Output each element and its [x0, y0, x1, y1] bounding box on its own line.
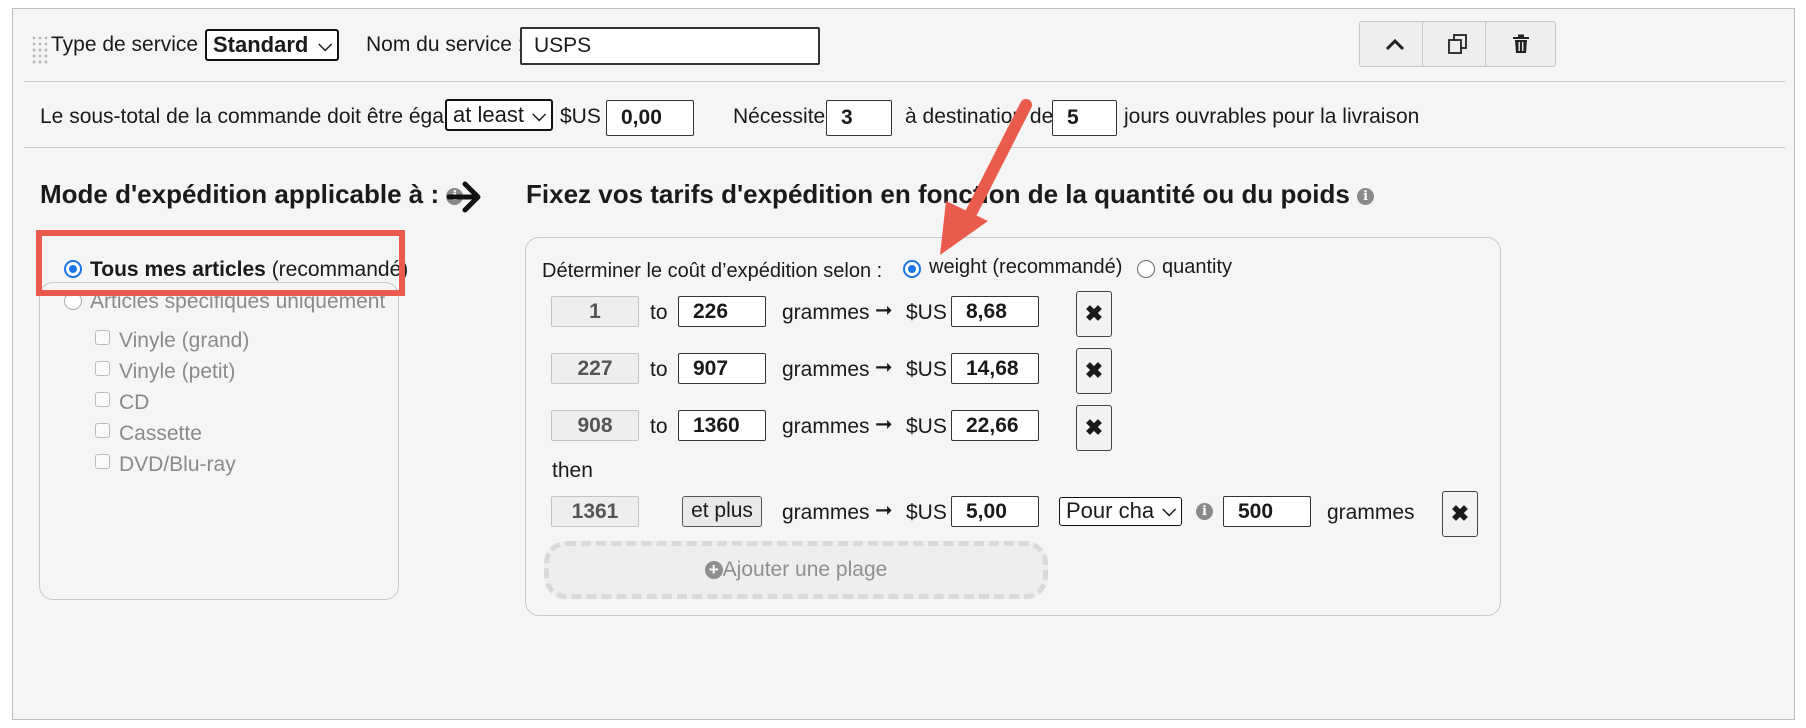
- category-label: DVD/Blu-ray: [119, 453, 236, 476]
- chevron-down-icon: ⌵: [318, 35, 332, 55]
- business-days-label: jours ouvrables pour la livraison: [1124, 105, 1420, 128]
- duplicate-button[interactable]: [1422, 21, 1493, 67]
- chevron-down-icon: ⌵: [532, 105, 546, 125]
- category-checkbox[interactable]: [95, 392, 110, 407]
- close-icon: ✖: [1084, 301, 1104, 326]
- delete-service-button[interactable]: [1485, 21, 1556, 67]
- delete-range-button[interactable]: ✖: [1442, 491, 1478, 537]
- service-type-label: Type de service :: [51, 33, 210, 56]
- then-label: then: [552, 459, 593, 482]
- subtotal-input[interactable]: 0,00: [606, 100, 694, 136]
- service-name-input[interactable]: USPS: [520, 27, 820, 65]
- unit-label: grammes: [782, 358, 870, 381]
- arrow-right-icon: ➞: [875, 413, 893, 436]
- applies-to-heading: Mode d'expédition applicable à : i: [40, 179, 464, 210]
- price-input[interactable]: 14,68: [951, 353, 1039, 384]
- close-icon: ✖: [1084, 358, 1104, 383]
- weight-radio[interactable]: [903, 260, 921, 278]
- category-checkbox[interactable]: [95, 330, 110, 345]
- per-increment-input[interactable]: 500: [1223, 496, 1311, 527]
- category-checkbox[interactable]: [95, 423, 110, 438]
- service-type-select[interactable]: Standard ⌵: [205, 29, 339, 61]
- chevron-up-icon: [1385, 38, 1404, 51]
- price-input[interactable]: 5,00: [951, 496, 1039, 527]
- per-increment-value: Pour cha: [1066, 498, 1155, 523]
- range-from-input: 1: [551, 296, 639, 327]
- arrow-right-icon: [447, 181, 481, 213]
- price-input[interactable]: 8,68: [951, 296, 1039, 327]
- delete-range-button[interactable]: ✖: [1076, 291, 1112, 337]
- and-more-button[interactable]: et plus: [682, 496, 762, 527]
- delete-range-button[interactable]: ✖: [1076, 348, 1112, 394]
- delete-range-button[interactable]: ✖: [1076, 405, 1112, 451]
- category-label: Cassette: [119, 422, 202, 445]
- info-icon[interactable]: i: [1357, 187, 1375, 205]
- shipping-service-panel: Type de service : Standard ⌵ Nom du serv…: [12, 8, 1795, 720]
- to-label: to: [650, 358, 668, 381]
- currency-label: $US: [906, 358, 947, 381]
- min-days-input[interactable]: 3: [826, 100, 892, 136]
- arrow-right-icon: ➞: [875, 299, 893, 322]
- unit-label: grammes: [782, 501, 870, 524]
- divider: [24, 81, 1785, 82]
- to-label: to: [650, 301, 668, 324]
- trash-icon: [1512, 34, 1529, 53]
- service-name-label: Nom du service :: [366, 33, 524, 56]
- divider: [24, 147, 1785, 148]
- currency-label: $US: [906, 415, 947, 438]
- subtotal-operator-select[interactable]: at least ⌵: [445, 99, 553, 131]
- requires-label: Nécessite: [733, 105, 826, 128]
- range-to-input[interactable]: 226: [678, 296, 766, 327]
- red-arrow-annotation: [940, 99, 1032, 255]
- info-icon[interactable]: i: [1196, 503, 1213, 520]
- basis-label: Déterminer le coût d’expédition selon :: [542, 260, 883, 282]
- per-increment-select[interactable]: Pour cha ⌵: [1059, 497, 1182, 526]
- arrow-right-icon: ➞: [875, 499, 893, 522]
- weight-label[interactable]: weight (recommandé): [929, 256, 1122, 279]
- unit-label: grammes: [1327, 501, 1415, 524]
- subtotal-label: Le sous-total de la commande doit être é…: [40, 105, 467, 128]
- category-checkbox[interactable]: [95, 454, 110, 469]
- range-to-input[interactable]: 1360: [678, 410, 766, 441]
- subtotal-currency: $US: [560, 105, 601, 128]
- range-to-input[interactable]: 907: [678, 353, 766, 384]
- unit-label: grammes: [782, 301, 870, 324]
- move-up-button[interactable]: [1359, 21, 1430, 67]
- currency-label: $US: [906, 501, 947, 524]
- category-label: CD: [119, 391, 150, 414]
- arrow-right-icon: ➞: [875, 356, 893, 379]
- category-label: Vinyle (grand): [119, 329, 250, 352]
- quantity-label[interactable]: quantity: [1162, 256, 1232, 279]
- subtotal-operator-value: at least: [453, 102, 524, 127]
- price-input[interactable]: 22,66: [951, 410, 1039, 441]
- applies-to-heading-text: Mode d'expédition applicable à :: [40, 179, 440, 209]
- drag-handle-icon[interactable]: [31, 35, 49, 65]
- range-from-input: 227: [551, 353, 639, 384]
- chevron-down-icon: ⌵: [1160, 498, 1176, 523]
- highlight-box-annotation: [36, 230, 405, 296]
- close-icon: ✖: [1084, 415, 1104, 440]
- category-checkbox[interactable]: [95, 361, 110, 376]
- copy-icon: [1447, 34, 1467, 54]
- unit-label: grammes: [782, 415, 870, 438]
- service-type-value: Standard: [213, 32, 309, 57]
- category-label: Vinyle (petit): [119, 360, 236, 383]
- add-range-button[interactable]: + Ajouter une plage: [544, 541, 1048, 599]
- quantity-radio[interactable]: [1137, 260, 1155, 278]
- add-range-label: Ajouter une plage: [722, 558, 888, 581]
- max-days-input[interactable]: 5: [1052, 100, 1117, 136]
- close-icon: ✖: [1450, 501, 1470, 526]
- plus-circle-icon: +: [704, 561, 723, 579]
- currency-label: $US: [906, 301, 947, 324]
- range-from-input: 908: [551, 410, 639, 441]
- to-label: to: [650, 415, 668, 438]
- range-from-input: 1361: [551, 496, 639, 527]
